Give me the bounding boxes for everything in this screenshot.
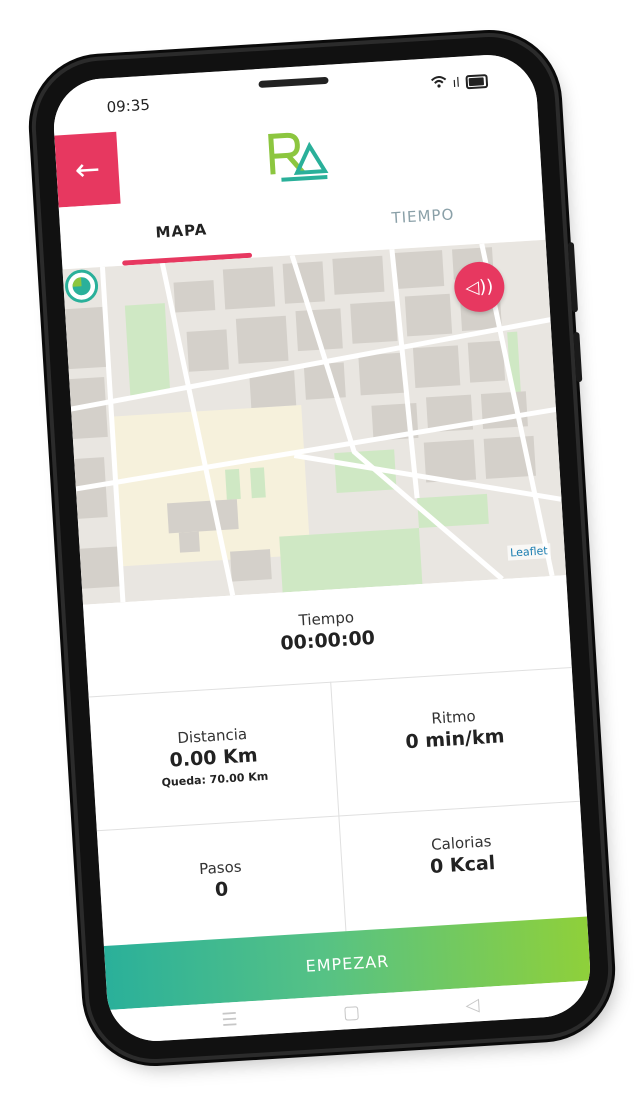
- recent-apps-icon[interactable]: ☰: [221, 1009, 238, 1031]
- phone-screen: 09:35 ıl ← MAPA TIEMPO ◁)) Leaflet Tiemp…: [51, 52, 593, 1044]
- home-icon[interactable]: ▢: [342, 1001, 360, 1023]
- stats-panel: Tiempo 00:00:00 Distancia 0.00 Km Queda:…: [83, 575, 587, 947]
- nav-back-icon[interactable]: ◁: [465, 994, 480, 1016]
- stat-distancia: Distancia 0.00 Km Queda: 70.00 Km: [91, 720, 336, 794]
- status-time: 09:35: [106, 95, 151, 117]
- stage: 09:35 ıl ← MAPA TIEMPO ◁)) Leaflet Tiemp…: [0, 0, 644, 1098]
- status-icons: ıl: [430, 73, 489, 93]
- signal-icon: ıl: [452, 75, 461, 91]
- stat-calorias: Calorias 0 Kcal: [340, 827, 584, 884]
- stat-pasos: Pasos 0: [99, 851, 343, 908]
- ra-logo: [268, 132, 329, 182]
- arrow-left-icon: ←: [73, 151, 102, 188]
- location-marker-icon: [65, 269, 99, 303]
- back-button[interactable]: ←: [54, 131, 121, 208]
- power-button: [573, 331, 583, 383]
- wifi-icon: [430, 76, 447, 93]
- stat-tiempo: Tiempo 00:00:00: [84, 595, 570, 666]
- leaflet-attribution[interactable]: Leaflet: [506, 543, 552, 561]
- stat-ritmo: Ritmo 0 min/km: [332, 701, 576, 758]
- battery-icon: [465, 74, 489, 90]
- map-view[interactable]: ◁)) Leaflet: [62, 239, 567, 605]
- speaker-icon: ◁)): [464, 275, 494, 299]
- phone-frame: 09:35 ıl ← MAPA TIEMPO ◁)) Leaflet Tiemp…: [31, 33, 613, 1063]
- volume-button: [567, 242, 579, 313]
